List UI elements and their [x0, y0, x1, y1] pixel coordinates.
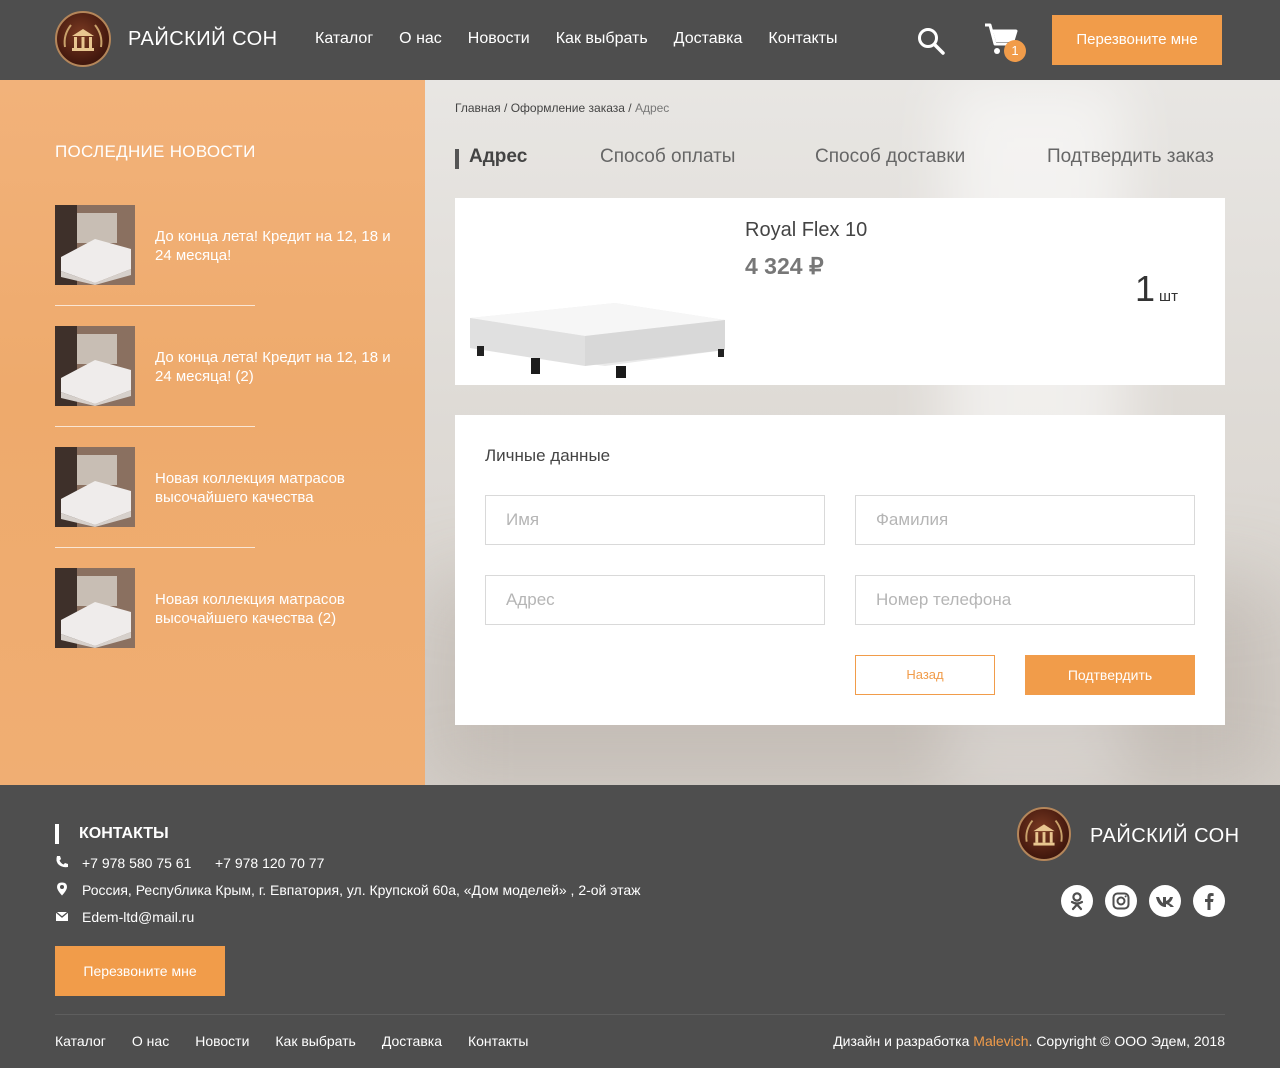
site-footer: КОНТАКТЫ +7 978 580 75 61 +7 978 120 70 … — [0, 785, 1280, 1068]
footer-nav-news[interactable]: Новости — [195, 1033, 249, 1049]
nav-delivery[interactable]: Доставка — [674, 30, 743, 48]
product-name[interactable]: Royal Flex 10 — [745, 219, 867, 242]
news-item[interactable]: Новая коллекция матрасов высочайшего кач… — [55, 568, 405, 648]
news-title[interactable]: Новая коллекция матрасов высочайшего кач… — [155, 469, 405, 507]
product-price: 4 324 ₽ — [745, 253, 824, 279]
phone-input[interactable] — [855, 575, 1195, 625]
location-pin-icon — [57, 882, 67, 896]
footer-nav: Каталог О нас Новости Как выбрать Достав… — [55, 1033, 554, 1049]
step-confirm[interactable]: Подтвердить заказ — [1047, 146, 1214, 168]
cart-button[interactable]: 1 — [984, 22, 1030, 64]
breadcrumb-separator: / — [624, 101, 635, 115]
nav-contacts[interactable]: Контакты — [768, 30, 837, 48]
phone-number-2[interactable]: +7 978 120 70 77 — [215, 855, 324, 871]
footer-divider — [55, 1014, 1225, 1015]
checkout-steps: Адрес Способ оплаты Способ доставки Подт… — [455, 146, 1225, 172]
footer-logo-emblem[interactable] — [1017, 807, 1071, 861]
news-item[interactable]: До конца лета! Кредит на 12, 18 и 24 мес… — [55, 205, 405, 285]
nav-about[interactable]: О нас — [399, 30, 442, 48]
facebook-icon[interactable] — [1193, 885, 1225, 917]
news-item[interactable]: Новая коллекция матрасов высочайшего кач… — [55, 447, 405, 527]
first-name-input[interactable] — [485, 495, 825, 545]
news-divider — [55, 547, 255, 548]
step-delivery[interactable]: Способ доставки — [815, 146, 965, 168]
instagram-icon[interactable] — [1105, 885, 1137, 917]
callback-button[interactable]: Перезвоните мне — [1052, 15, 1222, 65]
news-divider — [55, 305, 255, 306]
footer-callback-button[interactable]: Перезвоните мне — [55, 946, 225, 996]
footer-nav-delivery[interactable]: Доставка — [382, 1033, 442, 1049]
developer-link[interactable]: Malevich — [973, 1033, 1028, 1049]
nav-news[interactable]: Новости — [468, 30, 530, 48]
back-button[interactable]: Назад — [855, 655, 995, 695]
news-title[interactable]: До конца лета! Кредит на 12, 18 и 24 мес… — [155, 227, 405, 265]
phone-number-1[interactable]: +7 978 580 75 61 — [82, 855, 191, 871]
nav-catalog[interactable]: Каталог — [315, 30, 373, 48]
breadcrumb: Главная / Оформление заказа / Адрес — [455, 101, 669, 115]
step-payment[interactable]: Способ оплаты — [600, 146, 735, 168]
site-header: РАЙСКИЙ СОН Каталог О нас Новости Как вы… — [0, 0, 1280, 80]
mail-icon — [55, 911, 69, 921]
search-icon[interactable] — [916, 26, 946, 56]
copyright-suffix: . Copyright © ООО Эдем, 2018 — [1028, 1033, 1225, 1049]
quantity-value: 1 — [1135, 268, 1156, 309]
quantity-unit: шт — [1159, 288, 1178, 305]
footer-nav-contacts[interactable]: Контакты — [468, 1033, 528, 1049]
news-item[interactable]: До конца лета! Кредит на 12, 18 и 24 мес… — [55, 326, 405, 406]
vk-icon[interactable] — [1149, 885, 1181, 917]
copyright: Дизайн и разработка Malevich. Copyright … — [833, 1033, 1225, 1049]
email-link[interactable]: Edem-ltd@mail.ru — [82, 909, 194, 925]
main-nav: Каталог О нас Новости Как выбрать Достав… — [315, 30, 864, 48]
footer-nav-how-to-choose[interactable]: Как выбрать — [275, 1033, 355, 1049]
news-divider — [55, 426, 255, 427]
news-thumbnail[interactable] — [55, 568, 135, 648]
product-quantity: 1 шт — [1135, 268, 1178, 310]
footer-nav-catalog[interactable]: Каталог — [55, 1033, 106, 1049]
last-name-input[interactable] — [855, 495, 1195, 545]
confirm-button[interactable]: Подтвердить — [1025, 655, 1195, 695]
logo-emblem[interactable] — [55, 11, 111, 67]
footer-nav-about[interactable]: О нас — [132, 1033, 169, 1049]
news-title[interactable]: Новая коллекция матрасов высочайшего кач… — [155, 590, 405, 628]
form-title: Личные данные — [485, 446, 611, 465]
footer-logo-text[interactable]: РАЙСКИЙ СОН — [1090, 825, 1240, 848]
step-address[interactable]: Адрес — [455, 146, 527, 169]
breadcrumb-checkout[interactable]: Оформление заказа — [511, 101, 625, 115]
personal-data-form: Личные данные Назад Подтвердить — [455, 415, 1225, 725]
address-text: Россия, Республика Крым, г. Евпатория, у… — [82, 882, 641, 898]
sidebar-title: ПОСЛЕДНИЕ НОВОСТИ — [55, 142, 256, 161]
breadcrumb-current: Адрес — [634, 101, 670, 115]
news-thumbnail[interactable] — [55, 205, 135, 285]
breadcrumb-separator: / — [500, 101, 511, 115]
cart-count-badge: 1 — [1004, 40, 1026, 62]
breadcrumb-home[interactable]: Главная — [455, 101, 501, 115]
news-thumbnail[interactable] — [55, 447, 135, 527]
address-input[interactable] — [485, 575, 825, 625]
phone-icon — [56, 856, 68, 868]
news-sidebar: ПОСЛЕДНИЕ НОВОСТИ — [0, 80, 425, 785]
nav-how-to-choose[interactable]: Как выбрать — [556, 30, 648, 48]
copyright-prefix: Дизайн и разработка — [833, 1033, 974, 1049]
news-thumbnail[interactable] — [55, 326, 135, 406]
product-image — [465, 238, 730, 378]
news-title[interactable]: До конца лета! Кредит на 12, 18 и 24 мес… — [155, 348, 405, 386]
logo-text[interactable]: РАЙСКИЙ СОН — [128, 28, 278, 51]
odnoklassniki-icon[interactable] — [1061, 885, 1093, 917]
order-product-card: Royal Flex 10 4 324 ₽ 1 шт — [455, 198, 1225, 385]
contacts-title: КОНТАКТЫ — [55, 824, 169, 844]
